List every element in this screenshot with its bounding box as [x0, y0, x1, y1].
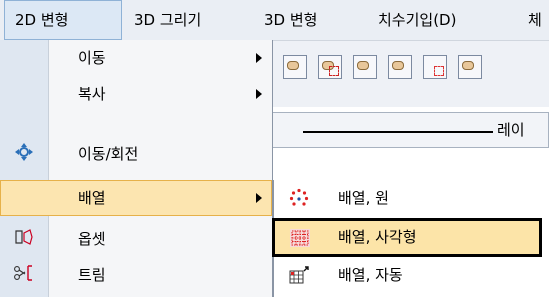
submenu-item-label: 배열, 사각형 — [338, 228, 417, 246]
menu-item-offset[interactable]: 옵셋 — [0, 221, 272, 257]
menu-3d-draw[interactable]: 3D 그리기 — [134, 0, 201, 40]
menu-2d-transform[interactable]: 2D 변형 — [4, 0, 122, 40]
linetype-sample — [303, 131, 493, 133]
submenu-item-label: 배열, 자동 — [338, 266, 403, 284]
submenu-item-auto-array[interactable]: 배열, 자동 — [274, 257, 549, 293]
menu-label: 3D 그리기 — [134, 11, 202, 29]
menu-3d-transform[interactable]: 3D 변형 — [264, 0, 317, 40]
frame-icon[interactable] — [423, 55, 447, 79]
layer-label: 레이 — [497, 121, 525, 139]
submenu-arrow-icon — [256, 89, 262, 99]
menu-item-label: 이동/회전 — [78, 145, 139, 163]
menu-item-label: 복사 — [78, 85, 106, 103]
submenu-item-label: 배열, 원 — [338, 189, 389, 207]
menu-label: 체 — [528, 11, 542, 29]
menu-item-move-rotate[interactable]: 이동/회전 — [0, 136, 272, 172]
trim-icon — [14, 265, 34, 285]
move-rotate-icon — [15, 143, 33, 165]
auto-array-icon — [289, 265, 309, 289]
copy-hand-icon[interactable] — [353, 55, 377, 79]
menu-item-trim[interactable]: 트림 — [0, 257, 272, 293]
menu-dimension[interactable]: 치수기입(D) — [378, 0, 456, 40]
menu-item-label: 트림 — [78, 266, 106, 284]
submenu-item-polar-array[interactable]: 배열, 원 — [274, 180, 549, 216]
pan-hand-icon[interactable] — [388, 55, 412, 79]
menubar: 2D 변형 3D 그리기 3D 변형 치수기입(D) 체 — [0, 0, 549, 41]
menu-item-copy[interactable]: 복사 — [0, 76, 272, 112]
menu-item-label: 옵셋 — [78, 230, 106, 248]
menu-label: 3D 변형 — [264, 11, 318, 29]
menu-item-array[interactable]: 배열 — [0, 180, 272, 216]
submenu-arrow-icon — [256, 53, 262, 63]
zoom-hand-icon[interactable] — [458, 55, 482, 79]
move-hand-icon[interactable] — [283, 55, 307, 79]
rect-array-icon — [290, 229, 310, 251]
menu-item-label: 이동 — [78, 49, 106, 67]
menu-item-label: 배열 — [78, 189, 106, 207]
polar-array-icon — [289, 188, 309, 212]
menu-truncated[interactable]: 체 — [528, 0, 542, 40]
menu-label: 2D 변형 — [15, 11, 69, 29]
menu-label: 치수기입(D) — [378, 11, 457, 29]
rotate-hand-icon[interactable] — [318, 55, 342, 79]
submenu-item-rect-array[interactable]: 배열, 사각형 — [272, 218, 542, 257]
transform-dropdown: 이동 복사 이동/회전 배열 옵셋 트림 — [0, 40, 273, 297]
offset-icon — [15, 229, 33, 249]
submenu-arrow-icon — [256, 193, 262, 203]
menu-item-move[interactable]: 이동 — [0, 40, 272, 76]
array-submenu: 배열, 원 배열, 사각형 배열, 자동 — [272, 180, 549, 297]
